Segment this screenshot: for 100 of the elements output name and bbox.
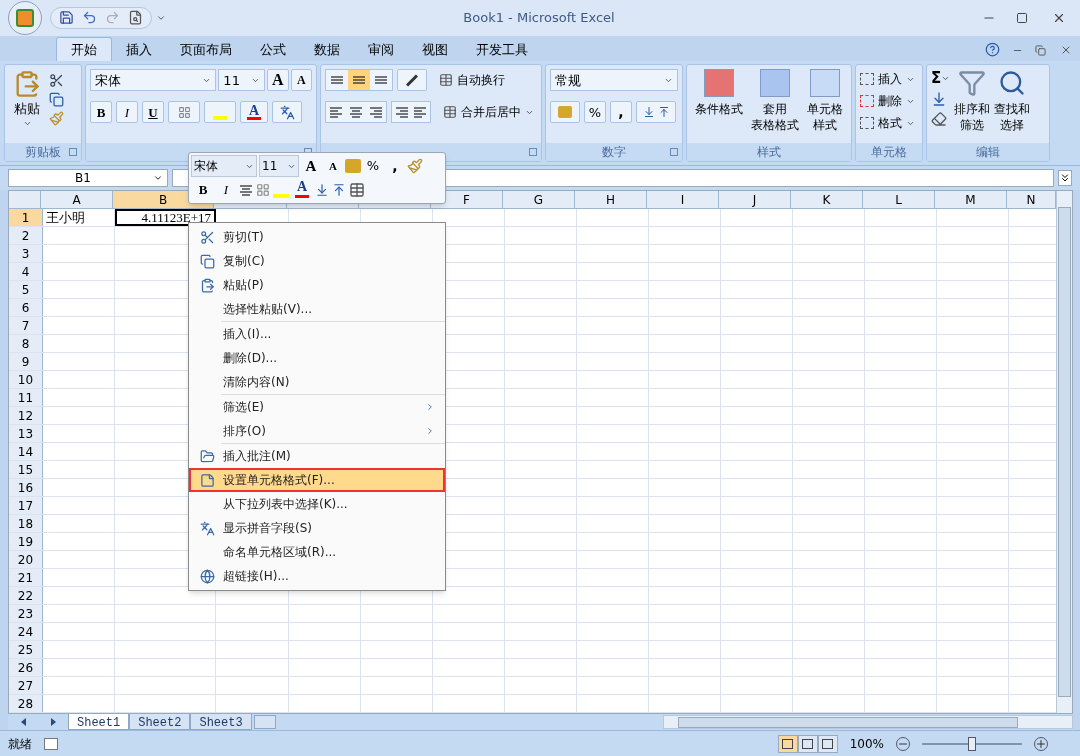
row-header[interactable]: 1 — [9, 209, 43, 227]
expand-icon[interactable] — [1058, 170, 1072, 187]
row-header[interactable]: 6 — [9, 299, 43, 317]
vertical-align-button[interactable] — [348, 70, 370, 91]
menu-item[interactable]: 排序(O) — [189, 419, 445, 443]
menu-item[interactable]: 粘贴(P) — [189, 273, 445, 297]
font-color-button[interactable]: A — [240, 101, 268, 124]
menu-item[interactable]: 选择性粘贴(V)... — [189, 297, 445, 321]
decimal-arrow-icon[interactable] — [315, 183, 329, 197]
menu-item[interactable]: 插入批注(M) — [189, 444, 445, 468]
column-header[interactable]: H — [575, 191, 647, 209]
decimal-buttons[interactable] — [636, 101, 676, 124]
name-box[interactable]: B1 — [8, 169, 168, 188]
menu-item[interactable]: 显示拼音字段(S) — [189, 516, 445, 540]
orientation-button[interactable] — [397, 69, 427, 92]
font-size-field[interactable]: 11 — [218, 69, 266, 92]
menu-item[interactable]: 删除(D)... — [189, 346, 445, 370]
number-format-field[interactable]: 常规 — [550, 69, 678, 92]
style-button[interactable]: 条件格式 — [691, 69, 747, 134]
row-header[interactable]: 26 — [9, 659, 43, 677]
ribbon-tab[interactable]: 数据 — [300, 37, 354, 62]
shrink-font-button[interactable]: A — [323, 155, 343, 177]
font-size-field[interactable]: 11 — [259, 155, 299, 177]
menu-item[interactable]: 从下拉列表中选择(K)... — [189, 492, 445, 516]
ribbon-tab[interactable]: 公式 — [246, 37, 300, 62]
fill-color-button[interactable] — [204, 101, 236, 124]
ribbon-tab[interactable]: 开发工具 — [462, 37, 542, 62]
font-name-field[interactable]: 宋体 — [191, 155, 257, 177]
underline-button[interactable]: U — [142, 101, 164, 124]
dialog-launcher-icon[interactable] — [529, 148, 537, 157]
ribbon-tab[interactable]: 开始 — [56, 37, 112, 62]
cells-menu-button[interactable]: 删除 — [860, 91, 918, 112]
horizontal-scrollbar[interactable] — [663, 715, 1073, 730]
borders-button[interactable] — [168, 101, 200, 124]
row-header[interactable]: 21 — [9, 569, 43, 587]
sheet-tab[interactable]: Sheet3 — [190, 714, 252, 731]
autosum-button[interactable]: Σ — [931, 69, 951, 88]
row-header[interactable]: 24 — [9, 623, 43, 641]
menu-item[interactable]: 命名单元格区域(R)... — [189, 540, 445, 564]
row-header[interactable]: 23 — [9, 605, 43, 623]
office-button[interactable] — [8, 0, 42, 35]
vertical-scrollbar[interactable] — [1056, 191, 1072, 714]
editing-button[interactable]: 查找和 选择 — [994, 69, 1031, 134]
row-header[interactable]: 13 — [9, 425, 43, 443]
row-header[interactable]: 18 — [9, 515, 43, 533]
style-button[interactable]: 套用 表格格式 — [747, 69, 803, 134]
macro-record-icon[interactable] — [44, 737, 58, 750]
currency-button[interactable] — [550, 101, 580, 124]
cells-menu-button[interactable]: 插入 — [860, 69, 918, 90]
ribbon-tab[interactable]: 页面布局 — [166, 37, 246, 62]
maximize-icon[interactable] — [1016, 11, 1028, 24]
sheet-tab[interactable]: Sheet2 — [129, 714, 191, 731]
fill-icon[interactable] — [931, 91, 947, 108]
merge-icon[interactable] — [349, 182, 365, 198]
horizontal-align-buttons[interactable] — [325, 101, 387, 124]
fill-color-swatch-icon[interactable] — [273, 194, 289, 198]
row-header[interactable]: 27 — [9, 677, 43, 695]
merge-center-button[interactable]: 合并后居中 — [443, 103, 534, 122]
column-header[interactable]: M — [935, 191, 1007, 209]
grid-icon[interactable] — [256, 183, 270, 197]
paintbrush-icon[interactable] — [407, 158, 423, 174]
row-header[interactable]: 9 — [9, 353, 43, 371]
menu-item[interactable]: 设置单元格格式(F)... — [189, 468, 445, 492]
row-header[interactable]: 10 — [9, 371, 43, 389]
menu-item[interactable]: 筛选(E) — [189, 395, 445, 419]
wrap-text-button[interactable]: 自动换行 — [439, 71, 505, 90]
percent-button[interactable]: % — [363, 155, 383, 177]
font-color-button[interactable]: A — [292, 179, 312, 201]
scissors-icon[interactable] — [49, 73, 64, 89]
indent-buttons[interactable] — [391, 101, 431, 124]
eraser-icon[interactable] — [931, 111, 947, 128]
row-header[interactable]: 7 — [9, 317, 43, 335]
print-preview-icon[interactable] — [128, 10, 143, 26]
row-header[interactable]: 22 — [9, 587, 43, 605]
ribbon-tab[interactable]: 插入 — [112, 37, 166, 62]
column-header[interactable]: G — [503, 191, 575, 209]
font-name-field[interactable]: 宋体 — [90, 69, 217, 92]
menu-item[interactable]: 剪切(T) — [189, 225, 445, 249]
menu-item[interactable]: 清除内容(N) — [189, 370, 445, 394]
bold-button[interactable]: B — [90, 101, 112, 124]
style-button[interactable]: 单元格 样式 — [803, 69, 847, 134]
cells-menu-button[interactable]: 格式 — [860, 113, 918, 134]
row-header[interactable]: 4 — [9, 263, 43, 281]
paintbrush-icon[interactable] — [49, 111, 64, 127]
copy-icon[interactable] — [49, 92, 64, 108]
percent-button[interactable]: % — [584, 101, 606, 124]
row-header[interactable]: 8 — [9, 335, 43, 353]
menu-item[interactable]: 超链接(H)... — [189, 564, 445, 588]
comma-button[interactable]: , — [385, 155, 405, 177]
italic-button[interactable]: I — [116, 101, 138, 124]
row-header[interactable]: 25 — [9, 641, 43, 659]
row-header[interactable]: 12 — [9, 407, 43, 425]
italic-button[interactable]: I — [216, 179, 236, 201]
dialog-launcher-icon[interactable] — [69, 148, 77, 157]
view-button[interactable] — [797, 734, 818, 753]
row-header[interactable]: 11 — [9, 389, 43, 407]
column-header[interactable]: I — [647, 191, 719, 209]
paste-button[interactable]: 粘贴 — [9, 69, 45, 128]
help-icon[interactable] — [985, 42, 1000, 58]
ribbon-tab[interactable]: 审阅 — [354, 37, 408, 62]
